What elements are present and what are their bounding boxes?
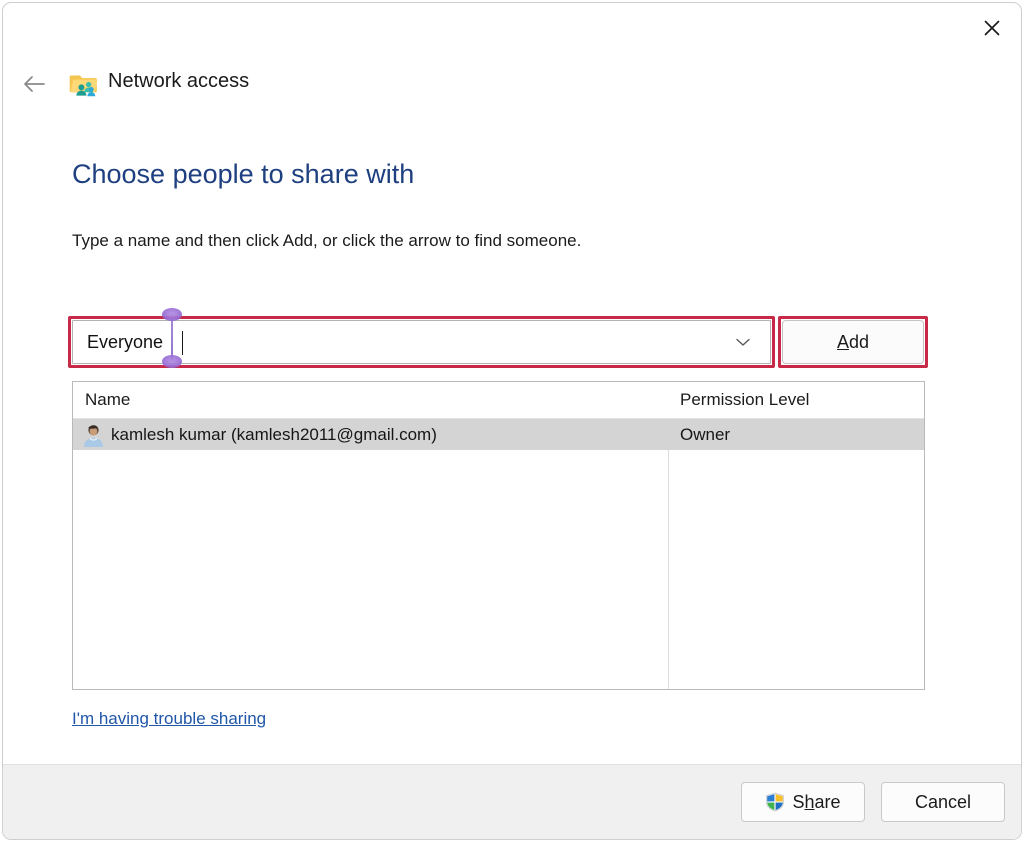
share-button[interactable]: Sh are: [741, 782, 865, 822]
navigation-row: Network access: [3, 63, 1021, 105]
name-input-value[interactable]: Everyone: [87, 321, 163, 363]
text-caret: [182, 331, 183, 355]
table-row[interactable]: kamlesh kumar (kamlesh2011@gmail.com) Ow…: [73, 419, 924, 450]
folder-share-icon: [69, 68, 99, 98]
column-header-name[interactable]: Name: [85, 382, 130, 418]
row-user-name: kamlesh kumar (kamlesh2011@gmail.com): [111, 425, 437, 444]
shared-people-list: Name Permission Level kamlesh kumar (kam…: [72, 381, 925, 690]
user-avatar-icon: [81, 422, 106, 447]
share-button-label-after: are: [814, 791, 841, 812]
title-bar: [3, 3, 1021, 55]
trouble-sharing-link[interactable]: I'm having trouble sharing: [72, 707, 266, 731]
chevron-down-icon[interactable]: [726, 321, 760, 363]
network-access-dialog: Network access Choose people to share wi…: [2, 2, 1022, 840]
add-button-accel: A: [836, 331, 849, 352]
cancel-button-label: Cancel: [914, 791, 972, 812]
app-title: Network access: [108, 70, 250, 92]
selection-handle-bottom[interactable]: [162, 355, 182, 368]
dialog-footer: Sh are Cancel: [3, 764, 1021, 839]
list-header: Name Permission Level: [73, 382, 924, 419]
uac-shield-icon: [765, 792, 785, 812]
add-button[interactable]: Add: [782, 320, 924, 364]
column-header-permission[interactable]: Permission Level: [680, 382, 809, 418]
selection-handle-top[interactable]: [162, 308, 182, 321]
share-button-accel: h: [804, 791, 815, 812]
page-title: Choose people to share with: [72, 159, 415, 189]
close-icon[interactable]: [969, 5, 1015, 51]
page-subtitle: Type a name and then click Add, or click…: [72, 231, 582, 250]
back-arrow-icon[interactable]: [17, 67, 51, 101]
share-button-label-before: S: [792, 791, 805, 812]
row-permission-level[interactable]: Owner: [680, 419, 730, 450]
selection-handle-line: [171, 314, 173, 361]
add-button-label-rest: dd: [848, 331, 870, 352]
cancel-button[interactable]: Cancel: [881, 782, 1005, 822]
